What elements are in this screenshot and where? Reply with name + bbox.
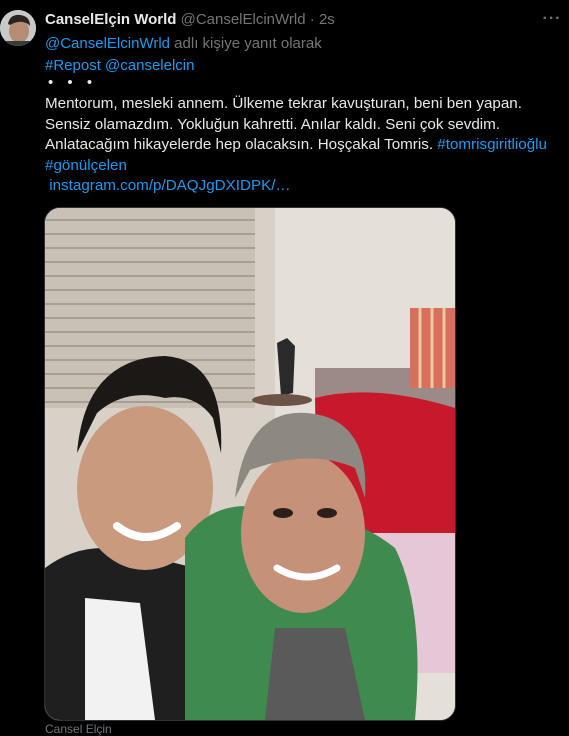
hashtag-link-tomris[interactable]: #tomrisgiritlioğlu — [437, 136, 547, 153]
tweet-text-line: #gönülçelen — [45, 156, 565, 177]
reply-to-label: adlı kişiye yanıt olarak — [174, 35, 322, 52]
repost-line: #Repost @canselelcin — [45, 57, 194, 75]
repost-mention-link[interactable]: @canselelcin — [105, 57, 194, 74]
more-horizontal-icon: ··· — [542, 10, 562, 27]
tweet-text-line: Anlatacağım hikayelerde hep olacaksın. H… — [45, 135, 565, 156]
reply-to-mention-link[interactable]: @CanselElcinWrld — [45, 35, 170, 52]
tweet-text-line: Mentorum, mesleki annem. Ülkeme tekrar k… — [45, 95, 522, 112]
dots-separator: • • • — [48, 74, 98, 91]
more-options-button[interactable]: ··· — [540, 9, 564, 29]
tweet-text: Mentorum, mesleki annem. Ülkeme tekrar k… — [45, 94, 565, 197]
repost-hashtag-link[interactable]: #Repost — [45, 57, 101, 74]
tweet-text-line: instagram.com/p/DAQJgDXIDPK/… — [45, 176, 565, 197]
tweet-text-line-content: Anlatacağım hikayelerde hep olacaksın. H… — [45, 136, 434, 153]
selfie-photo — [45, 208, 455, 720]
media-caption: Cansel Elçin — [45, 722, 112, 736]
author-handle[interactable]: @CanselElcinWrld — [181, 11, 306, 28]
hashtag-link-gonulcelen[interactable]: #gönülçelen — [45, 157, 127, 174]
instagram-link[interactable]: instagram.com/p/DAQJgDXIDPK/… — [49, 177, 290, 194]
tweet-media-photo[interactable] — [44, 207, 456, 721]
tweet-header: CanselElçin World @CanselElcinWrld · 2s — [45, 11, 335, 29]
header-separator: · — [309, 11, 315, 28]
tweet-timestamp[interactable]: 2s — [319, 11, 335, 28]
author-avatar[interactable] — [0, 10, 36, 46]
author-name[interactable]: CanselElçin World — [45, 11, 176, 28]
replying-to: @CanselElcinWrld adlı kişiye yanıt olara… — [45, 35, 322, 53]
tweet-text-line: Sensiz olamazdım. Yokluğun kahretti. Anı… — [45, 115, 501, 133]
avatar-photo — [0, 10, 36, 46]
